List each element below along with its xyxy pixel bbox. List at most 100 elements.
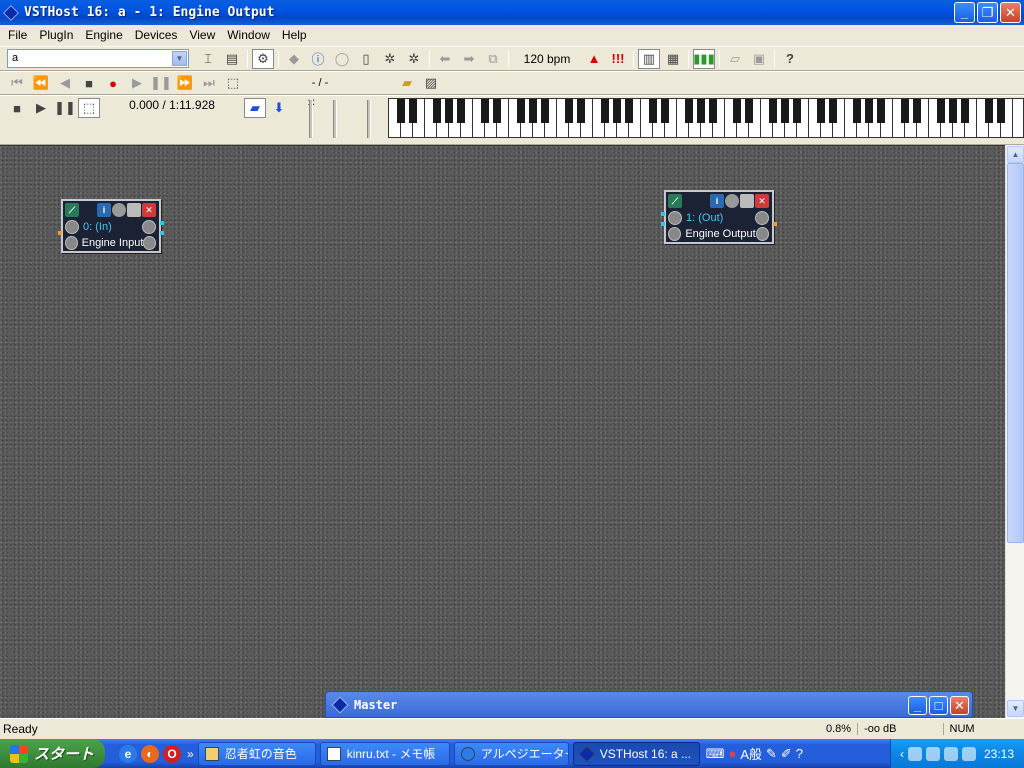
- gain-knob-icon[interactable]: [668, 227, 682, 241]
- rewind-icon[interactable]: ⏪: [30, 73, 52, 93]
- menu-engine[interactable]: Engine: [79, 28, 128, 42]
- display-icon[interactable]: [961, 746, 976, 761]
- clock[interactable]: 23:13: [984, 747, 1014, 761]
- black-key[interactable]: [997, 99, 1005, 123]
- piano-keyboard[interactable]: [388, 98, 1024, 138]
- master-maximize-button[interactable]: □: [929, 696, 948, 715]
- black-key[interactable]: [685, 99, 693, 123]
- level-meter-icon[interactable]: ▮▮▮: [693, 48, 715, 69]
- task-browser[interactable]: アルペジエーター...: [453, 741, 569, 766]
- plugin-editor-icon[interactable]: ▯: [355, 49, 377, 69]
- menu-devices[interactable]: Devices: [129, 28, 184, 42]
- scroll-up-icon[interactable]: ▲: [1007, 146, 1024, 163]
- pause-icon[interactable]: ❚❚: [150, 73, 172, 93]
- black-key[interactable]: [733, 99, 741, 123]
- black-key[interactable]: [601, 99, 609, 123]
- black-key[interactable]: [985, 99, 993, 123]
- black-key[interactable]: [649, 99, 657, 123]
- input-pin[interactable]: [661, 222, 665, 226]
- link-plugins-icon[interactable]: ⚙: [252, 48, 274, 69]
- open-player-file-icon[interactable]: ▰: [396, 73, 418, 93]
- modulation-slider[interactable]: [333, 100, 337, 138]
- volume-icon[interactable]: [943, 746, 958, 761]
- scroll-down-icon[interactable]: ▼: [1007, 700, 1024, 717]
- black-key[interactable]: [565, 99, 573, 123]
- master-window[interactable]: Master _ □ ✕: [325, 691, 973, 718]
- bypass-icon[interactable]: [112, 203, 126, 217]
- black-key[interactable]: [745, 99, 753, 123]
- output-pin[interactable]: [160, 221, 164, 225]
- gain-knob-icon[interactable]: [65, 236, 78, 250]
- ime-icon[interactable]: ●: [728, 746, 736, 761]
- volume-knob-icon[interactable]: [668, 211, 682, 225]
- plugin-routing-icon[interactable]: ✲: [403, 49, 425, 69]
- black-key[interactable]: [853, 99, 861, 123]
- bypass-icon[interactable]: [725, 194, 739, 208]
- firefox-icon[interactable]: ◐: [141, 744, 159, 763]
- task-vsthost[interactable]: VSTHost 16: a ...: [572, 741, 700, 766]
- black-key[interactable]: [577, 99, 585, 123]
- wave-loop-icon[interactable]: ⬚: [78, 98, 100, 118]
- output-pin[interactable]: [160, 231, 164, 235]
- level-knob-icon[interactable]: [143, 236, 156, 250]
- info-icon[interactable]: ⓘ: [307, 49, 329, 69]
- menu-view[interactable]: View: [183, 28, 221, 42]
- black-key[interactable]: [901, 99, 909, 123]
- black-key[interactable]: [433, 99, 441, 123]
- chain-icon[interactable]: ⌶: [197, 49, 219, 69]
- black-key[interactable]: [829, 99, 837, 123]
- velocity-slider[interactable]: [309, 100, 313, 138]
- black-key[interactable]: [445, 99, 453, 123]
- skip-end-icon[interactable]: ⏭: [198, 73, 220, 93]
- pitch-slider[interactable]: [367, 100, 371, 138]
- black-key[interactable]: [457, 99, 465, 123]
- plugin-settings-icon[interactable]: ✲: [379, 49, 401, 69]
- output-pin[interactable]: [773, 222, 777, 226]
- keyboard-icon[interactable]: ▥: [638, 48, 660, 69]
- record-icon[interactable]: ●: [102, 73, 124, 93]
- loop-icon[interactable]: ⬚: [222, 73, 244, 93]
- workspace-scrollbar[interactable]: ▲ ▼: [1005, 145, 1024, 718]
- black-key[interactable]: [481, 99, 489, 123]
- opera-icon[interactable]: O: [163, 744, 181, 763]
- arrow-left-icon[interactable]: ⬅: [434, 49, 456, 69]
- close-node-icon[interactable]: ✕: [755, 194, 769, 208]
- black-key[interactable]: [781, 99, 789, 123]
- master-minimize-button[interactable]: _: [908, 696, 927, 715]
- wave-stop-icon[interactable]: ■: [6, 98, 28, 118]
- input-pin[interactable]: [661, 212, 665, 216]
- internet-explorer-icon[interactable]: e: [119, 744, 137, 763]
- keyboard-layout-icon[interactable]: ⌨: [706, 746, 725, 762]
- info-icon[interactable]: i: [710, 194, 724, 208]
- black-key[interactable]: [865, 99, 873, 123]
- black-key[interactable]: [709, 99, 717, 123]
- menu-window[interactable]: Window: [221, 28, 276, 42]
- arrow-right-icon[interactable]: ➡: [458, 49, 480, 69]
- layout-icon[interactable]: ▤: [221, 49, 243, 69]
- black-key[interactable]: [793, 99, 801, 123]
- edit-icon[interactable]: ⟋: [65, 203, 79, 217]
- wave-pause-icon[interactable]: ❚❚: [54, 98, 76, 118]
- black-key[interactable]: [541, 99, 549, 123]
- white-key[interactable]: [1013, 99, 1023, 137]
- level-knob-icon[interactable]: [755, 227, 769, 241]
- wave-open-icon[interactable]: ▰: [244, 98, 266, 118]
- black-key[interactable]: [493, 99, 501, 123]
- mute-icon[interactable]: [127, 203, 141, 217]
- master-close-button[interactable]: ✕: [950, 696, 969, 715]
- task-notepad[interactable]: kinru.txt - メモ帳: [319, 741, 450, 766]
- scroll-thumb[interactable]: [1007, 163, 1024, 543]
- save-player-file-icon[interactable]: ▨: [420, 73, 442, 93]
- edit-icon[interactable]: ⟋: [668, 194, 682, 208]
- ime-pad-icon[interactable]: ✎: [766, 746, 777, 762]
- engine-workspace[interactable]: ⟋ i ✕ 0: (In) Engine Input ⟋ i ✕ 1: (Out…: [0, 145, 1005, 718]
- panic-icon[interactable]: !!!: [607, 49, 629, 69]
- black-key[interactable]: [517, 99, 525, 123]
- play-icon[interactable]: ▶: [126, 73, 148, 93]
- master-icon[interactable]: [331, 696, 349, 713]
- bypass-icon[interactable]: ◯: [331, 49, 353, 69]
- pan-knob-icon[interactable]: [142, 220, 156, 234]
- wave-record-icon[interactable]: ⬇: [268, 98, 290, 118]
- maximize-button[interactable]: ❐: [977, 2, 998, 23]
- black-key[interactable]: [937, 99, 945, 123]
